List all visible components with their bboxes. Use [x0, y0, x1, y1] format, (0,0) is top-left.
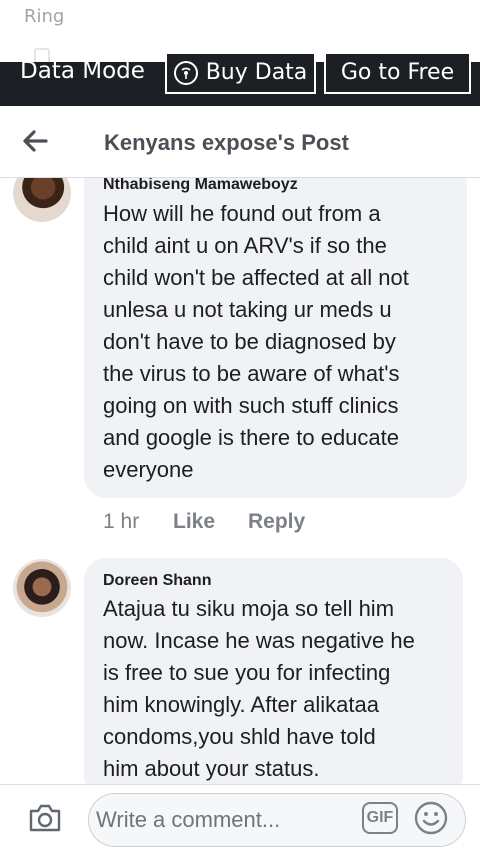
reply-button[interactable]: Reply — [248, 510, 305, 534]
comment-placeholder: Write a comment... — [96, 807, 281, 832]
status-area: Ring — [0, 0, 480, 62]
comment-author[interactable]: Nthabiseng Mamaweboyz — [103, 178, 298, 194]
avatar[interactable] — [13, 559, 71, 617]
buy-data-label: Buy Data — [205, 60, 308, 85]
gif-icon[interactable]: GIF — [362, 802, 398, 834]
camera-icon[interactable] — [28, 803, 62, 833]
data-mode-label: Data Mode — [20, 58, 145, 84]
go-to-free-label: Go to Free — [340, 60, 455, 85]
comments-list[interactable]: Nthabiseng Mamaweboyz How will he found … — [0, 178, 480, 784]
go-to-free-button[interactable]: Go to Free — [324, 54, 471, 94]
back-arrow-icon[interactable] — [20, 126, 50, 156]
like-button[interactable]: Like — [173, 510, 215, 534]
comment-text: Atajua tu siku moja so tell him now. Inc… — [103, 596, 415, 781]
page-title: Kenyans expose's Post — [104, 130, 349, 155]
comment-time: 1 hr — [103, 510, 140, 533]
comment-composer: Write a comment... GIF — [0, 784, 480, 854]
smiley-icon[interactable] — [414, 801, 448, 835]
buy-data-button[interactable]: Buy Data — [165, 54, 316, 94]
comment-text: How will he found out from a child aint … — [103, 201, 409, 482]
status-text: Ring — [24, 6, 65, 27]
wifi-icon — [173, 61, 198, 85]
avatar[interactable] — [13, 178, 71, 222]
comment-author[interactable]: Doreen Shann — [103, 572, 211, 590]
post-header: Kenyans expose's Post — [0, 106, 480, 178]
